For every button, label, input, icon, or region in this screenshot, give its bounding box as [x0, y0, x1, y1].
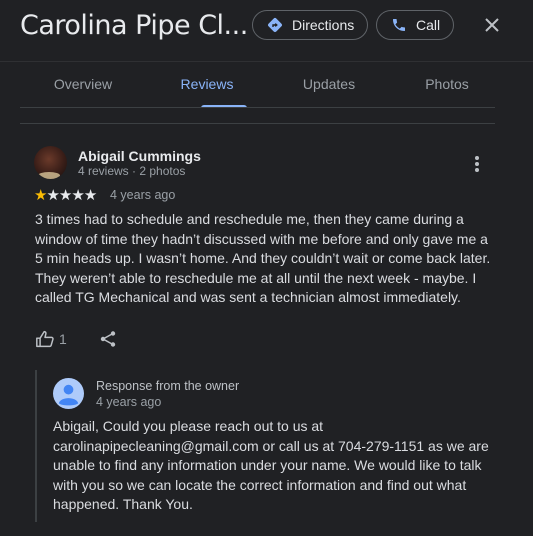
tab-photos[interactable]: Photos [425, 76, 469, 92]
close-icon[interactable] [482, 15, 502, 35]
star-icon-empty: ★ [83, 187, 97, 204]
like-button[interactable]: 1 [35, 330, 67, 348]
star-icon-empty: ★ [58, 187, 72, 204]
call-button[interactable]: Call [376, 10, 454, 40]
place-header: Carolina Pipe Cl... Directions Call [0, 0, 533, 60]
tab-overview[interactable]: Overview [54, 76, 112, 92]
directions-label: Directions [292, 17, 355, 33]
reviewer-name[interactable]: Abigail Cummings [78, 148, 201, 164]
share-icon[interactable] [99, 330, 117, 348]
call-label: Call [416, 17, 441, 33]
reviewer-avatar[interactable] [34, 146, 67, 179]
reviewer-meta: 4 reviews · 2 photos [78, 164, 186, 178]
owner-avatar-icon [53, 378, 84, 409]
owner-response-title: Response from the owner [96, 379, 240, 393]
owner-response-text: Abigail, Could you please reach out to u… [53, 418, 489, 512]
star-icon-empty: ★ [46, 187, 59, 204]
tab-reviews[interactable]: Reviews [181, 76, 234, 92]
tab-updates[interactable]: Updates [303, 76, 355, 92]
star-rating: ★★★★★ [34, 186, 97, 204]
like-count: 1 [59, 331, 67, 347]
review-date: 4 years ago [110, 188, 176, 202]
thumbs-up-icon [36, 330, 54, 348]
star-icon-filled: ★ [34, 187, 47, 204]
phone-icon [393, 19, 405, 31]
place-title: Carolina Pipe Cl... [20, 10, 248, 41]
star-icon-empty: ★ [71, 187, 84, 204]
tab-bar: Overview Reviews Updates Photos [20, 62, 495, 108]
tab-divider [20, 107, 495, 108]
review-text: 3 times had to schedule and reschedule m… [35, 211, 491, 305]
directions-diamond-icon [268, 18, 282, 32]
more-options-icon[interactable] [470, 154, 484, 174]
directions-button[interactable]: Directions [252, 10, 368, 40]
section-divider [20, 123, 495, 124]
owner-response-bar [35, 370, 37, 522]
owner-response-date: 4 years ago [96, 395, 162, 409]
